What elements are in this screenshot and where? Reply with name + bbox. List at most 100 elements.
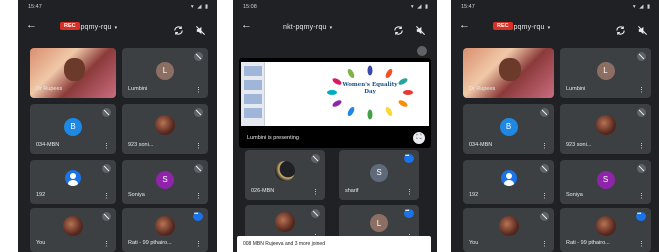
mic-off-icon — [102, 108, 111, 117]
avatar: S — [596, 170, 615, 189]
participant-tile[interactable]: Dr Rupees — [463, 48, 554, 98]
mic-off-icon — [102, 164, 111, 173]
more-vert-icon[interactable]: ⋮ — [406, 188, 413, 196]
participant-name: You — [36, 240, 46, 246]
slide-graphic — [397, 98, 409, 109]
participant-tile[interactable]: B 034-MBN ⋮ — [30, 104, 116, 154]
slide-graphic — [346, 105, 356, 118]
more-vert-icon[interactable]: ⋮ — [541, 142, 548, 150]
slide-graphic — [384, 105, 394, 118]
chevron-down-icon: ▾ — [547, 25, 551, 31]
participant-tile[interactable]: Ssharif ⋮ — [339, 150, 419, 200]
participant-name: Rati - 99 pthairo... — [128, 240, 172, 246]
presentation-slide: Women's Equality Day — [241, 62, 429, 126]
participant-name: 923 soni... — [128, 142, 154, 148]
more-vert-icon[interactable]: ⋮ — [312, 188, 319, 196]
meeting-code-dropdown[interactable]: nkt-pqmy-rqu ▾ — [283, 24, 332, 31]
slide-graphic — [331, 98, 343, 109]
mic-off-icon — [637, 52, 646, 61]
camera-switch-icon[interactable] — [173, 23, 184, 35]
mic-off-icon — [194, 108, 203, 117]
arrow-back-icon[interactable]: ← — [241, 19, 252, 31]
participant-tile[interactable]: L Lumbini ⋮ — [560, 48, 651, 98]
more-vert-icon[interactable]: ⋮ — [638, 142, 645, 150]
mic-off-icon — [637, 164, 646, 173]
participant-name: Dr Rupees — [469, 86, 496, 92]
chevron-down-icon: ▾ — [329, 25, 333, 31]
more-vert-icon[interactable]: ⋮ — [638, 240, 645, 248]
more-vert-icon[interactable]: ⋮ — [103, 240, 110, 248]
presentation-toggle-icon[interactable] — [417, 46, 427, 56]
avatar: L — [596, 61, 615, 80]
participant-tile[interactable]: L Lumbini ⋮ — [122, 48, 208, 98]
more-vert-icon[interactable]: ⋮ — [195, 86, 202, 94]
snackbar-notification: 008 MBN Rujeeva and 3 more joined — [237, 236, 431, 252]
more-vert-icon[interactable]: ⋮ — [195, 142, 202, 150]
participant-face — [64, 58, 86, 81]
mic-off-icon — [540, 212, 549, 221]
arrow-back-icon[interactable]: ← — [26, 19, 37, 31]
meeting-app-bar: ← nkt-pqmy-rqu ▾ — [451, 18, 659, 40]
arrow-back-icon[interactable]: ← — [459, 19, 470, 31]
slide-graphic — [367, 65, 373, 76]
presentation-tile[interactable]: Women's Equality Day Lumbini is presentin… — [239, 58, 431, 148]
avatar-photo — [155, 216, 175, 237]
speaking-indicator-icon — [404, 153, 414, 163]
slide-graphic — [384, 67, 394, 80]
speaking-indicator-icon — [404, 208, 414, 218]
avatar-photo — [275, 161, 295, 181]
avatar-photo — [275, 211, 295, 232]
more-vert-icon[interactable]: ⋮ — [103, 142, 110, 150]
participant-name: You — [469, 240, 479, 246]
participant-tile[interactable]: B 034-MBN ⋮ — [463, 104, 554, 154]
avatar: L — [370, 214, 388, 232]
more-vert-icon[interactable]: ⋮ — [195, 240, 202, 248]
more-vert-icon[interactable]: ⋮ — [638, 192, 645, 200]
camera-switch-icon[interactable] — [615, 23, 626, 35]
participant-tile[interactable]: Rati - 99 pthairo... ⋮ — [560, 208, 651, 252]
participant-face — [499, 58, 522, 81]
more-vert-icon[interactable]: ⋮ — [103, 192, 110, 200]
volume-off-icon[interactable] — [195, 23, 206, 36]
more-vert-icon[interactable]: ⋮ — [638, 86, 645, 94]
participant-tile[interactable]: You ⋮ — [463, 208, 554, 252]
participant-name: Soniya — [566, 192, 583, 198]
phone-screen-3: 15:47 ▾ ◢ ▮ ← nkt-pqmy-rqu ▾ REC Dr Rupees L Lum… — [451, 0, 659, 252]
participant-tile[interactable]: Dr Rupees — [30, 48, 116, 98]
avatar: B — [499, 117, 518, 136]
recording-badge: REC — [60, 22, 80, 30]
participant-tile[interactable]: 923 soni... ⋮ — [122, 104, 208, 154]
status-time: 15:47 — [461, 4, 475, 10]
fullscreen-icon[interactable]: ⛶ — [413, 132, 425, 144]
status-bar: 15:47 ▾ ◢ ▮ — [451, 0, 659, 14]
participant-name: 192 — [469, 192, 479, 198]
participant-tile[interactable]: You ⋮ — [30, 208, 116, 252]
participant-tile[interactable]: 192 ⋮ — [463, 160, 554, 204]
participant-tile[interactable]: S Soniya ⋮ — [560, 160, 651, 204]
status-time: 15:08 — [243, 4, 257, 10]
participant-tile[interactable]: 026-MBN ⋮ — [245, 150, 325, 200]
volume-off-icon[interactable] — [415, 23, 426, 36]
participant-tile[interactable]: 923 soni... ⋮ — [560, 104, 651, 154]
more-vert-icon[interactable]: ⋮ — [541, 240, 548, 248]
avatar-photo — [63, 216, 83, 237]
participant-name: 026-MBN — [251, 188, 275, 194]
slide-graphic — [346, 67, 356, 80]
speaking-indicator-icon — [193, 211, 203, 221]
participant-tile[interactable]: 192 ⋮ — [30, 160, 116, 204]
more-vert-icon[interactable]: ⋮ — [541, 192, 548, 200]
volume-off-icon[interactable] — [637, 23, 648, 36]
status-bar: 15:08 ▾ ◢ ▮ — [233, 0, 437, 14]
participant-name: Rati - 99 pthairo... — [566, 240, 610, 246]
participant-name: Soniya — [128, 192, 145, 198]
slide-graphic — [327, 90, 337, 95]
mic-off-icon — [540, 108, 549, 117]
more-vert-icon[interactable]: ⋮ — [195, 192, 202, 200]
avatar-photo — [595, 115, 616, 135]
participant-tile[interactable]: Rati - 99 pthairo... ⋮ — [122, 208, 208, 252]
camera-switch-icon[interactable] — [393, 23, 404, 35]
mic-off-icon — [311, 154, 320, 163]
participant-tile[interactable]: S Soniya ⋮ — [122, 160, 208, 204]
participant-name: 192 — [36, 192, 46, 198]
person-icon — [65, 169, 81, 186]
